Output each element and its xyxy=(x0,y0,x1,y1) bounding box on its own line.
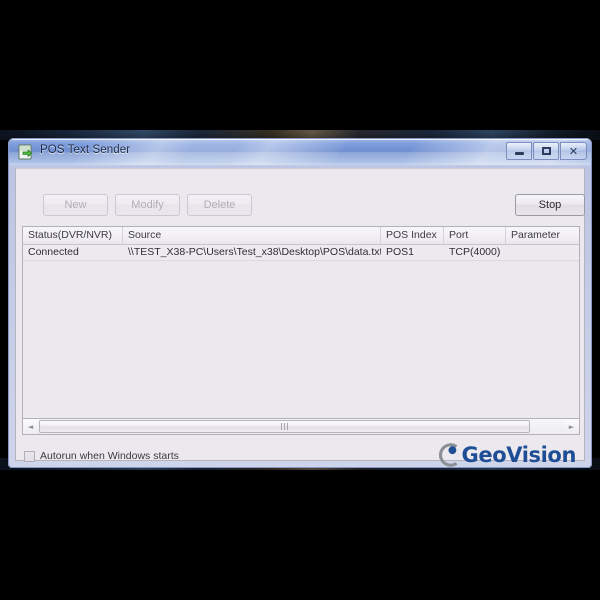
cell-port: TCP(4000) xyxy=(449,246,501,258)
scrollbar-track[interactable] xyxy=(38,419,564,434)
column-header-source[interactable]: Source xyxy=(123,227,381,244)
autorun-label: Autorun when Windows starts xyxy=(40,450,179,462)
titlebar-highlight xyxy=(9,139,591,140)
listview-rows: Connected \\TEST_X38-PC\Users\Test_x38\D… xyxy=(23,245,579,261)
close-icon: ✕ xyxy=(568,144,579,158)
column-header-parameter[interactable]: Parameter xyxy=(506,227,579,244)
stop-button[interactable]: Stop xyxy=(515,194,585,216)
cell-status: Connected xyxy=(28,246,79,258)
scroll-left-arrow-icon[interactable]: ◄ xyxy=(23,419,38,434)
close-button[interactable]: ✕ xyxy=(560,142,587,160)
pos-document-arrow-icon xyxy=(18,144,33,160)
scroll-right-arrow-icon[interactable]: ► xyxy=(564,419,579,434)
minimize-icon xyxy=(514,152,524,155)
cell-parameter xyxy=(506,245,579,260)
listview-header: Status(DVR/NVR) Source POS Index Port Pa… xyxy=(23,227,579,245)
titlebar-streak xyxy=(173,139,355,165)
pos-text-sender-window: POS Text Sender ✕ New Modify Delete Stop… xyxy=(8,138,592,468)
scrollbar-grip-icon xyxy=(281,423,288,430)
minimize-button[interactable] xyxy=(506,142,532,160)
maximize-button[interactable] xyxy=(533,142,559,160)
new-button[interactable]: New xyxy=(43,194,108,216)
autorun-checkbox[interactable] xyxy=(24,450,35,462)
window-titlebar[interactable]: POS Text Sender ✕ xyxy=(9,139,591,165)
geovision-wordmark: GeoVision xyxy=(461,442,577,467)
column-header-pos-index[interactable]: POS Index xyxy=(381,227,444,244)
desktop-background: POS Text Sender ✕ New Modify Delete Stop… xyxy=(0,0,600,600)
window-title: POS Text Sender xyxy=(40,144,131,156)
scrollbar-thumb[interactable] xyxy=(39,420,530,433)
geovision-logo: GeoVision xyxy=(435,440,576,470)
autorun-checkbox-row[interactable]: Autorun when Windows starts xyxy=(24,450,179,462)
column-header-port[interactable]: Port xyxy=(444,227,506,244)
connections-listview[interactable]: Status(DVR/NVR) Source POS Index Port Pa… xyxy=(22,226,580,419)
horizontal-scrollbar[interactable]: ◄ ► xyxy=(22,419,580,435)
modify-button[interactable]: Modify xyxy=(115,194,180,216)
table-row[interactable]: Connected \\TEST_X38-PC\Users\Test_x38\D… xyxy=(23,245,579,261)
column-header-status[interactable]: Status(DVR/NVR) xyxy=(23,227,123,244)
geovision-arc-icon xyxy=(438,443,457,467)
cell-pos-index: POS1 xyxy=(386,246,415,258)
cell-source: \\TEST_X38-PC\Users\Test_x38\Desktop\POS… xyxy=(128,246,381,258)
delete-button[interactable]: Delete xyxy=(187,194,252,216)
window-client-area: New Modify Delete Stop Status(DVR/NVR) S… xyxy=(15,168,585,467)
maximize-icon xyxy=(541,147,551,155)
